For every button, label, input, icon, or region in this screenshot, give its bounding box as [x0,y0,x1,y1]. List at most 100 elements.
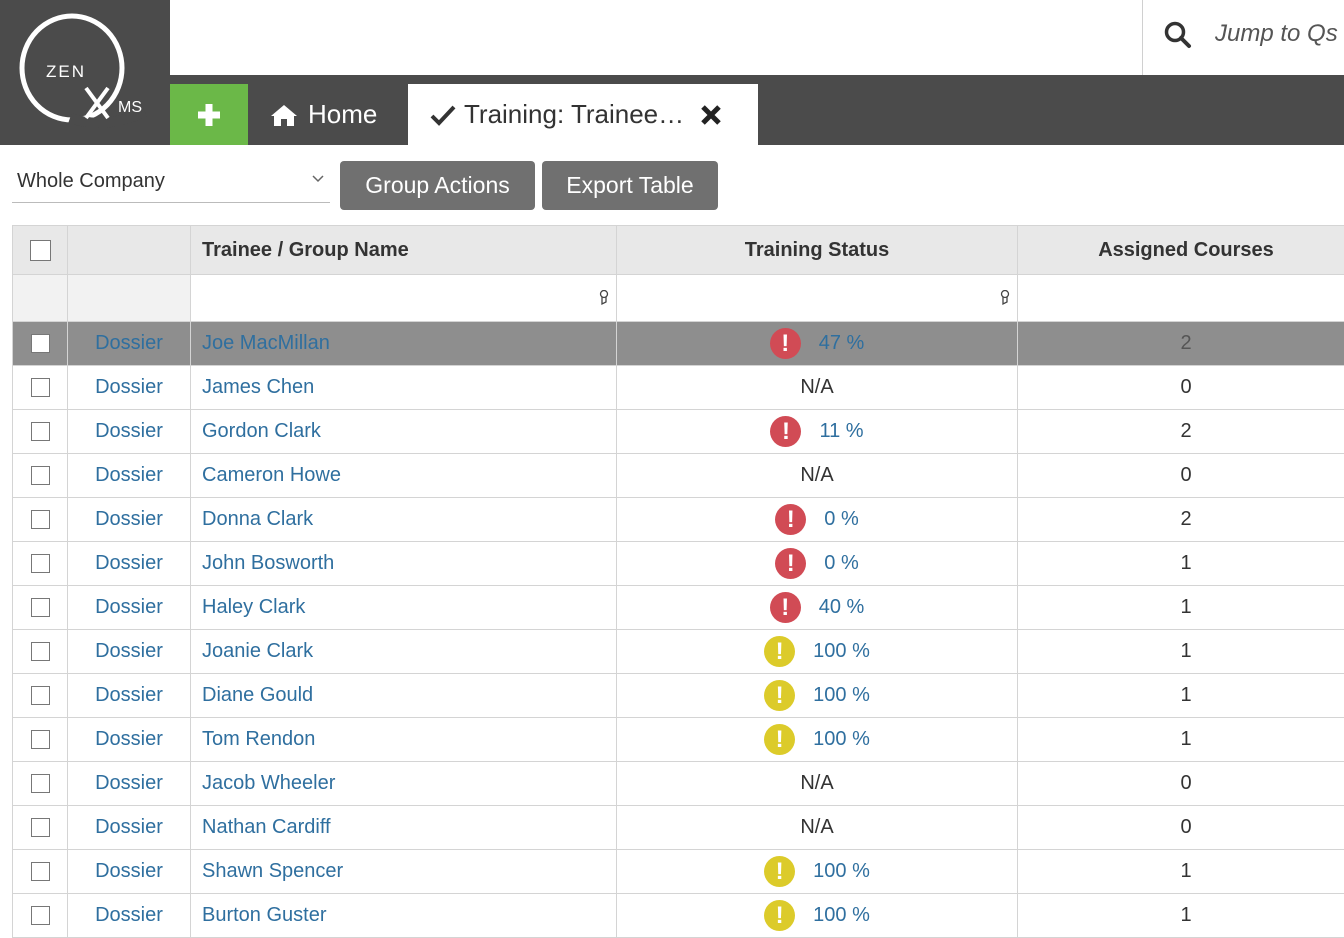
logo[interactable]: ZEN MS [0,0,170,145]
table-row[interactable]: DossierJacob WheelerN/A0 [13,762,1344,806]
trainee-name-link[interactable]: Joanie Clark [202,640,313,662]
row-checkbox[interactable] [31,598,50,617]
trainee-name-link[interactable]: Diane Gould [202,684,313,706]
trainee-name-link[interactable]: Gordon Clark [202,420,321,442]
table-row[interactable]: DossierDonna Clark!0 %2 [13,498,1344,542]
export-table-button[interactable]: Export Table [542,161,718,210]
tab-home[interactable]: Home [256,84,406,145]
status-percent-link[interactable]: 47 % [819,332,865,355]
status-percent-link[interactable]: 0 % [824,508,858,531]
row-checkbox[interactable] [31,774,50,793]
search-bar[interactable]: Jump to Qs [1142,0,1344,75]
table-row[interactable]: DossierCameron HoweN/A0 [13,454,1344,498]
status-percent-link[interactable]: 0 % [824,552,858,575]
row-checkbox[interactable] [31,730,50,749]
dossier-link[interactable]: Dossier [95,464,163,486]
row-checkbox[interactable] [31,554,50,573]
dossier-link[interactable]: Dossier [95,508,163,530]
dossier-link[interactable]: Dossier [95,552,163,574]
dossier-link[interactable]: Dossier [95,772,163,794]
table-row[interactable]: DossierNathan CardiffN/A0 [13,806,1344,850]
dossier-link[interactable]: Dossier [95,860,163,882]
header-trainee-name[interactable]: Trainee / Group Name [191,226,617,275]
row-checkbox[interactable] [31,686,50,705]
tab-training-trainee[interactable]: Training: Trainee… [408,84,758,145]
status-percent-link[interactable]: 40 % [819,596,865,619]
row-checkbox[interactable] [31,422,50,441]
status-percent-link[interactable]: 100 % [813,904,870,927]
search-icon[interactable] [1163,20,1193,50]
trainee-name-link[interactable]: Nathan Cardiff [202,816,331,838]
dossier-link[interactable]: Dossier [95,640,163,662]
training-status-cell: N/A [617,806,1018,850]
dossier-link[interactable]: Dossier [95,420,163,442]
status-indicator: !0 % [775,504,858,535]
row-checkbox-cell [13,322,68,366]
header-training-status[interactable]: Training Status [617,226,1018,275]
table-row[interactable]: DossierJoe MacMillan!47 %2 [13,322,1344,366]
row-checkbox-cell [13,674,68,718]
alert-icon: ! [770,592,801,623]
filter-row [13,275,1344,322]
filter-empty-cell [13,275,68,322]
header-assigned-courses[interactable]: Assigned Courses [1018,226,1344,275]
status-percent-link[interactable]: 100 % [813,684,870,707]
trainee-name-cell: Tom Rendon [191,718,617,762]
status-percent-link[interactable]: 100 % [813,728,870,751]
table-row[interactable]: DossierGordon Clark!11 %2 [13,410,1344,454]
status-filter-input[interactable] [619,278,991,318]
row-checkbox[interactable] [31,642,50,661]
trainee-name-link[interactable]: Joe MacMillan [202,332,330,354]
filter-icon[interactable] [598,290,610,306]
dossier-link[interactable]: Dossier [95,376,163,398]
trainee-name-link[interactable]: Donna Clark [202,508,313,530]
trainee-table: Trainee / Group Name Training Status Ass… [12,225,1344,938]
status-percent-link[interactable]: 100 % [813,860,870,883]
dossier-link[interactable]: Dossier [95,596,163,618]
scope-select[interactable]: Whole Company [12,161,330,203]
row-checkbox[interactable] [31,906,50,925]
trainee-name-link[interactable]: Shawn Spencer [202,860,343,882]
name-filter-input[interactable] [193,278,590,318]
alert-icon: ! [770,416,801,447]
table-row[interactable]: DossierTom Rendon!100 %1 [13,718,1344,762]
trainee-name-link[interactable]: Jacob Wheeler [202,772,335,794]
table-row[interactable]: DossierHaley Clark!40 %1 [13,586,1344,630]
table-row[interactable]: DossierDiane Gould!100 %1 [13,674,1344,718]
dossier-link[interactable]: Dossier [95,332,163,354]
row-checkbox[interactable] [31,334,50,353]
dossier-link[interactable]: Dossier [95,816,163,838]
row-checkbox[interactable] [31,510,50,529]
row-checkbox[interactable] [31,378,50,397]
courses-filter-input[interactable] [1020,278,1344,318]
row-checkbox[interactable] [31,862,50,881]
filter-icon[interactable] [999,290,1011,306]
trainee-name-cell: Jacob Wheeler [191,762,617,806]
status-percent-link[interactable]: 11 % [819,420,863,443]
group-actions-button[interactable]: Group Actions [340,161,535,210]
trainee-name-link[interactable]: John Bosworth [202,552,334,574]
table-row[interactable]: DossierJohn Bosworth!0 %1 [13,542,1344,586]
trainee-name-link[interactable]: Haley Clark [202,596,305,618]
trainee-name-link[interactable]: Tom Rendon [202,728,315,750]
table-row[interactable]: DossierJames ChenN/A0 [13,366,1344,410]
dossier-cell: Dossier [68,630,191,674]
row-checkbox[interactable] [31,818,50,837]
trainee-name-link[interactable]: James Chen [202,376,314,398]
add-tab-button[interactable] [170,84,248,145]
trainee-name-link[interactable]: Cameron Howe [202,464,341,486]
select-all-checkbox[interactable] [30,240,51,261]
table-row[interactable]: DossierShawn Spencer!100 %1 [13,850,1344,894]
zenqms-logo: ZEN MS [0,0,170,145]
alert-icon: ! [764,856,795,887]
table-row[interactable]: DossierJoanie Clark!100 %1 [13,630,1344,674]
dossier-link[interactable]: Dossier [95,684,163,706]
search-input[interactable]: Jump to Qs [1215,20,1338,48]
dossier-cell: Dossier [68,410,191,454]
row-checkbox[interactable] [31,466,50,485]
dossier-link[interactable]: Dossier [95,728,163,750]
dossier-cell: Dossier [68,322,191,366]
status-percent-link[interactable]: 100 % [813,640,870,663]
close-icon[interactable] [700,104,722,126]
table-row[interactable]: DossierBurton Guster!100 %1 [13,894,1344,938]
